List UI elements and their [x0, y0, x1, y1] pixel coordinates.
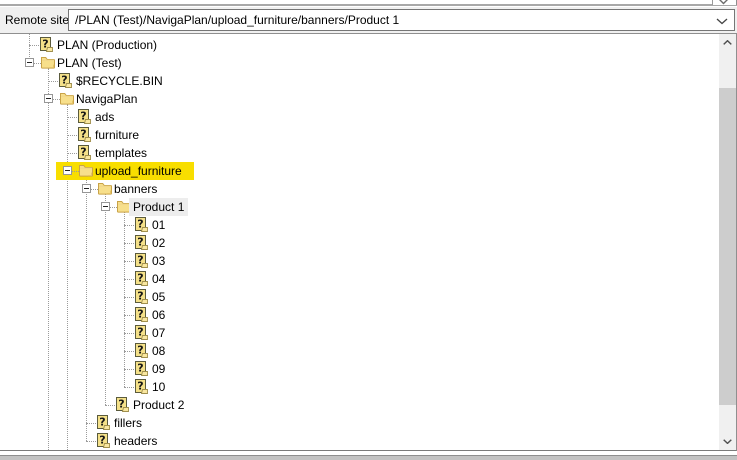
unknown-folder-icon: ? — [135, 361, 151, 377]
remote-site-tree-pane: Remote site: /PLAN (Test)/NavigaPlan/upl… — [0, 0, 737, 460]
unknown-folder-icon: ? — [78, 127, 94, 143]
unknown-folder-icon: ? — [78, 109, 94, 125]
tree-item-06[interactable]: ? 06 — [0, 306, 718, 324]
tree-item-navigaplan[interactable]: NavigaPlan — [0, 90, 718, 108]
tree-item-label[interactable]: upload_furniture — [95, 162, 182, 180]
unknown-folder-icon: ? — [97, 433, 113, 449]
tree-item-label[interactable]: banners — [114, 180, 157, 198]
tree-item-label[interactable]: 10 — [152, 378, 165, 396]
tree-item-templates[interactable]: ? templates — [0, 144, 718, 162]
expander-minus-button[interactable] — [44, 94, 53, 103]
tree-item-label[interactable]: 06 — [152, 306, 165, 324]
tree-item-plan-production[interactable]: ? PLAN (Production) — [0, 36, 718, 54]
tree-item-plan-test[interactable]: PLAN (Test) — [0, 54, 718, 72]
tree-item-label[interactable]: PLAN (Test) — [57, 54, 122, 72]
tree-item-furniture[interactable]: ? furniture — [0, 126, 718, 144]
tree-item-label[interactable]: 03 — [152, 252, 165, 270]
remote-directory-tree: ? PLAN (Production) PLAN (Test) ? $RECYC… — [0, 33, 737, 451]
folder-icon — [40, 55, 56, 71]
tree-item-09[interactable]: ? 09 — [0, 360, 718, 378]
tree-item-label[interactable]: 09 — [152, 360, 165, 378]
remote-site-label: Remote site: — [5, 7, 72, 33]
unknown-folder-icon: ? — [78, 145, 94, 161]
tree-item-label[interactable]: 08 — [152, 342, 165, 360]
folder-icon — [59, 91, 75, 107]
lower-pane-border — [0, 455, 737, 460]
tree-item-label[interactable]: 04 — [152, 270, 165, 288]
scrollbar-thumb[interactable] — [719, 88, 736, 405]
tree-item-label[interactable]: $RECYCLE.BIN — [76, 72, 163, 90]
tree-item-product-2[interactable]: ? Product 2 — [0, 396, 718, 414]
tree-item-label[interactable]: furniture — [95, 126, 139, 144]
chevron-down-icon — [723, 439, 732, 444]
unknown-folder-icon: ? — [97, 415, 113, 431]
tree-item-03[interactable]: ? 03 — [0, 252, 718, 270]
expander-minus-button[interactable] — [63, 166, 72, 175]
scroll-down-button[interactable] — [719, 433, 736, 450]
tree-item-04[interactable]: ? 04 — [0, 270, 718, 288]
tree-item-banners[interactable]: banners — [0, 180, 718, 198]
tree-item-label[interactable]: fillers — [114, 414, 142, 432]
lower-pane-edge — [0, 451, 737, 460]
tree-item-label[interactable]: ads — [95, 108, 114, 126]
tree-item-label[interactable]: 05 — [152, 288, 165, 306]
tree-item-05[interactable]: ? 05 — [0, 288, 718, 306]
chevron-up-icon — [723, 40, 732, 45]
scroll-up-button[interactable] — [719, 34, 736, 51]
chevron-down-icon — [718, 0, 729, 5]
tree-item-fillers[interactable]: ? fillers — [0, 414, 718, 432]
unknown-folder-icon: ? — [116, 397, 132, 413]
tree-item-label[interactable]: PLAN (Production) — [57, 36, 157, 54]
tree-item-07[interactable]: ? 07 — [0, 324, 718, 342]
unknown-folder-icon: ? — [135, 289, 151, 305]
pane-splitter[interactable] — [0, 4, 737, 6]
tree-item-label[interactable]: NavigaPlan — [76, 90, 137, 108]
tree-item-label[interactable]: 07 — [152, 324, 165, 342]
unknown-folder-icon: ? — [40, 37, 56, 53]
unknown-folder-icon: ? — [135, 307, 151, 323]
tree-item-recycle-bin[interactable]: ? $RECYCLE.BIN — [0, 72, 718, 90]
tree-item-label[interactable]: 01 — [152, 216, 165, 234]
vertical-scrollbar[interactable] — [719, 34, 736, 450]
unknown-folder-icon: ? — [59, 73, 75, 89]
remote-site-bar: Remote site: /PLAN (Test)/NavigaPlan/upl… — [0, 7, 737, 33]
combobox-dropdown-icon[interactable] — [716, 18, 728, 25]
upper-pane-scrollbar-sliver[interactable] — [712, 0, 737, 5]
tree-item-product-1[interactable]: Product 1 — [0, 198, 718, 216]
tree-item-10[interactable]: ? 10 — [0, 378, 718, 396]
tree-item-label[interactable]: headers — [114, 432, 157, 450]
unknown-folder-icon: ? — [135, 343, 151, 359]
unknown-folder-icon: ? — [135, 217, 151, 233]
tree-item-label[interactable]: 02 — [152, 234, 165, 252]
tree-item-label[interactable]: Product 2 — [133, 396, 184, 414]
folder-icon — [97, 181, 113, 197]
tree-item-01[interactable]: ? 01 — [0, 216, 718, 234]
expander-minus-button[interactable] — [25, 58, 34, 67]
remote-site-path-value: /PLAN (Test)/NavigaPlan/upload_furniture… — [75, 13, 399, 27]
tree-item-label[interactable]: templates — [95, 144, 147, 162]
unknown-folder-icon: ? — [135, 235, 151, 251]
tree-item-08[interactable]: ? 08 — [0, 342, 718, 360]
unknown-folder-icon: ? — [135, 325, 151, 341]
folder-icon — [78, 163, 94, 179]
pane-splitter-area — [0, 0, 737, 7]
expander-minus-button[interactable] — [101, 202, 110, 211]
tree-item-ads[interactable]: ? ads — [0, 108, 718, 126]
expander-minus-button[interactable] — [82, 184, 91, 193]
tree-item-label[interactable]: Product 1 — [129, 198, 188, 216]
tree-content: ? PLAN (Production) PLAN (Test) ? $RECYC… — [0, 34, 718, 450]
unknown-folder-icon: ? — [135, 253, 151, 269]
remote-site-combobox[interactable]: /PLAN (Test)/NavigaPlan/upload_furniture… — [68, 9, 735, 31]
unknown-folder-icon: ? — [135, 379, 151, 395]
tree-item-02[interactable]: ? 02 — [0, 234, 718, 252]
tree-item-headers[interactable]: ? headers — [0, 432, 718, 450]
unknown-folder-icon: ? — [135, 271, 151, 287]
tree-item-upload-furniture[interactable]: upload_furniture — [0, 162, 718, 180]
